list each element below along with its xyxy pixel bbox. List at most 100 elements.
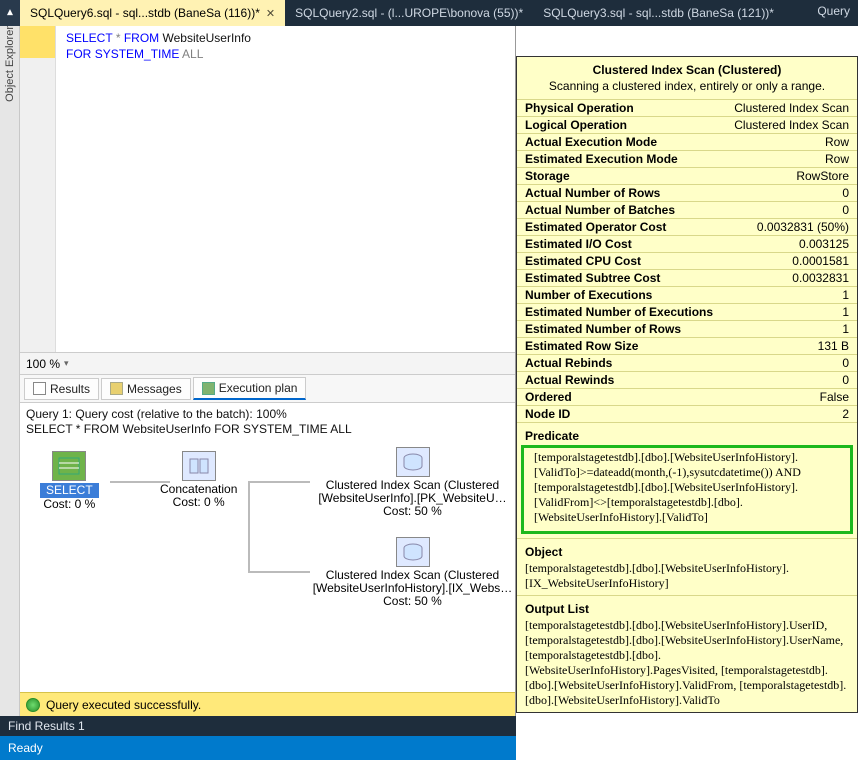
tooltip-row-label: Ordered — [525, 390, 572, 404]
kw-select: SELECT — [66, 31, 112, 45]
ready-label: Ready — [8, 741, 43, 755]
tab-label: SQLQuery3.sql - sql...stdb (BaneSa (121)… — [543, 6, 774, 20]
plan-query-text: SELECT * FROM WebsiteUserInfo FOR SYSTEM… — [26, 422, 509, 437]
tooltip-row-value: Clustered Index Scan — [734, 118, 849, 132]
plan-select-label: SELECT — [40, 483, 99, 498]
find-results-bar[interactable]: Find Results 1 — [0, 716, 516, 736]
editor-gutter — [20, 26, 56, 352]
sql-code[interactable]: SELECT * FROM WebsiteUserInfo FOR SYSTEM… — [56, 26, 261, 352]
plan-scan2-l1: Clustered Index Scan (Clustered — [326, 568, 499, 582]
plan-scan1-cost: Cost: 50 % — [383, 504, 442, 518]
tooltip-subtitle: Scanning a clustered index, entirely or … — [517, 79, 857, 99]
status-text: Query executed successfully. — [46, 698, 201, 712]
plan-node-scan-2[interactable]: Clustered Index Scan (Clustered [Website… — [310, 537, 515, 608]
status-bar-success: Query executed successfully. — [20, 692, 515, 716]
tooltip-row: Estimated Number of Rows 1 — [517, 320, 857, 337]
tab-sqlquery2[interactable]: SQLQuery2.sql - (l...UROPE\bonova (55))* — [285, 0, 533, 26]
tooltip-row-label: Node ID — [525, 407, 570, 421]
tooltip-row-label: Actual Rewinds — [525, 373, 614, 387]
plan-scan2-cost: Cost: 50 % — [383, 594, 442, 608]
tooltip-row-label: Actual Rebinds — [525, 356, 612, 370]
plan-icon — [202, 382, 215, 395]
tooltip-row-value: 0 — [842, 373, 849, 387]
tooltip-row: Actual Number of Rows0 — [517, 184, 857, 201]
tooltip-object-header: Object — [517, 538, 857, 561]
chevron-down-icon[interactable]: ▾ — [64, 358, 69, 369]
object-explorer-toggle[interactable]: ▾ — [0, 0, 20, 26]
plan-node-concat[interactable]: Concatenation Cost: 0 % — [160, 451, 237, 509]
tooltip-row-value: 0.0032831 — [792, 271, 849, 285]
kw-systemtime: SYSTEM_TIME — [95, 47, 180, 61]
tooltip-predicate-text: [temporalstagetestdb].[dbo].[WebsiteUser… — [526, 450, 848, 529]
tab-results[interactable]: Results — [24, 378, 99, 400]
kw-star: * — [116, 31, 121, 45]
tab-messages-label: Messages — [127, 382, 182, 396]
tooltip-row-value: 0.0032831 (50%) — [757, 220, 849, 234]
tooltip-row-value: Row — [825, 152, 849, 166]
zoom-value: 100 % — [26, 357, 60, 371]
zoom-control[interactable]: 100 % ▾ — [20, 353, 515, 375]
tooltip-row-value: 1 — [842, 305, 849, 319]
plan-node-scan-1[interactable]: Clustered Index Scan (Clustered [Website… — [310, 447, 515, 518]
grid-icon — [33, 382, 46, 395]
tooltip-row: OrderedFalse — [517, 388, 857, 405]
tooltip-row-label: Actual Execution Mode — [525, 135, 657, 149]
tab-execution-plan[interactable]: Execution plan — [193, 377, 307, 400]
kw-all: ALL — [182, 47, 203, 61]
tooltip-row-label: Storage — [525, 169, 570, 183]
sql-editor[interactable]: SELECT * FROM WebsiteUserInfo FOR SYSTEM… — [20, 26, 515, 353]
tooltip-row: Estimated Number of Executions1 — [517, 303, 857, 320]
close-icon[interactable]: ✕ — [266, 7, 275, 20]
success-icon — [26, 698, 40, 712]
tooltip-row-label: Estimated Subtree Cost — [525, 271, 660, 285]
plan-concat-label: Concatenation — [160, 482, 237, 496]
kw-from: FROM — [124, 31, 159, 45]
tooltip-row-value: 0 — [842, 203, 849, 217]
tab-messages[interactable]: Messages — [101, 378, 191, 400]
ident-table: WebsiteUserInfo — [163, 31, 251, 45]
tooltip-row-value: 0 — [842, 356, 849, 370]
plan-scan1-l1: Clustered Index Scan (Clustered — [326, 478, 499, 492]
plan-node-select[interactable]: SELECT Cost: 0 % — [40, 451, 99, 511]
tab-label: SQLQuery6.sql - sql...stdb (BaneSa (116)… — [30, 6, 260, 20]
tooltip-row-value: 131 B — [818, 339, 849, 353]
tooltip-row-value: 1 — [842, 322, 849, 336]
tooltip-title: Clustered Index Scan (Clustered) — [517, 57, 857, 79]
find-results-label: Find Results 1 — [8, 719, 85, 733]
predicate-highlight: [temporalstagetestdb].[dbo].[WebsiteUser… — [521, 445, 853, 534]
tooltip-row-value: 1 — [842, 288, 849, 302]
tooltip-row-label: Number of Executions — [525, 288, 652, 302]
tab-sqlquery3[interactable]: SQLQuery3.sql - sql...stdb (BaneSa (121)… — [533, 0, 784, 26]
tooltip-predicate-header: Predicate — [517, 422, 857, 445]
tooltip-output-header: Output List — [517, 595, 857, 618]
messages-icon — [110, 382, 123, 395]
tooltip-row: Actual Number of Batches0 — [517, 201, 857, 218]
tooltip-row-value: 0.0001581 — [792, 254, 849, 268]
tooltip-row: Estimated CPU Cost0.0001581 — [517, 252, 857, 269]
status-bar-ready: Ready — [0, 736, 516, 760]
kw-for: FOR — [66, 47, 91, 61]
tab-sqlquery6[interactable]: SQLQuery6.sql - sql...stdb (BaneSa (116)… — [20, 0, 285, 26]
tooltip-row-value: RowStore — [796, 169, 849, 183]
document-tabs: SQLQuery6.sql - sql...stdb (BaneSa (116)… — [20, 0, 858, 26]
result-tab-strip: Results Messages Execution plan — [20, 375, 515, 403]
object-explorer-panel[interactable]: Object Explorer — [0, 26, 20, 716]
menu-query[interactable]: Query — [809, 0, 858, 26]
plan-scan2-l2: [WebsiteUserInfoHistory].[IX_Webs… — [313, 581, 513, 595]
tooltip-row-label: Estimated Row Size — [525, 339, 638, 353]
tooltip-row-value: Row — [825, 135, 849, 149]
title-tab-bar: ▾ SQLQuery6.sql - sql...stdb (BaneSa (11… — [0, 0, 858, 26]
plan-concat-cost: Cost: 0 % — [173, 495, 225, 509]
tooltip-row-label: Estimated Number of Rows — [525, 322, 681, 336]
plan-scan1-l2: [WebsiteUserInfo].[PK_WebsiteU… — [318, 491, 506, 505]
plan-operator-tooltip: Clustered Index Scan (Clustered) Scannin… — [516, 56, 858, 713]
tooltip-row-label: Estimated I/O Cost — [525, 237, 632, 251]
plan-query-cost: Query 1: Query cost (relative to the bat… — [26, 407, 509, 422]
tab-results-label: Results — [50, 382, 90, 396]
execution-plan-pane[interactable]: Query 1: Query cost (relative to the bat… — [20, 403, 515, 692]
tooltip-row-label: Actual Number of Rows — [525, 186, 660, 200]
tooltip-object-text: [temporalstagetestdb].[dbo].[WebsiteUser… — [517, 561, 857, 595]
tooltip-row: Number of Executions 1 — [517, 286, 857, 303]
tooltip-row: Estimated I/O Cost 0.003125 — [517, 235, 857, 252]
tooltip-row-value: 0.003125 — [799, 237, 849, 251]
